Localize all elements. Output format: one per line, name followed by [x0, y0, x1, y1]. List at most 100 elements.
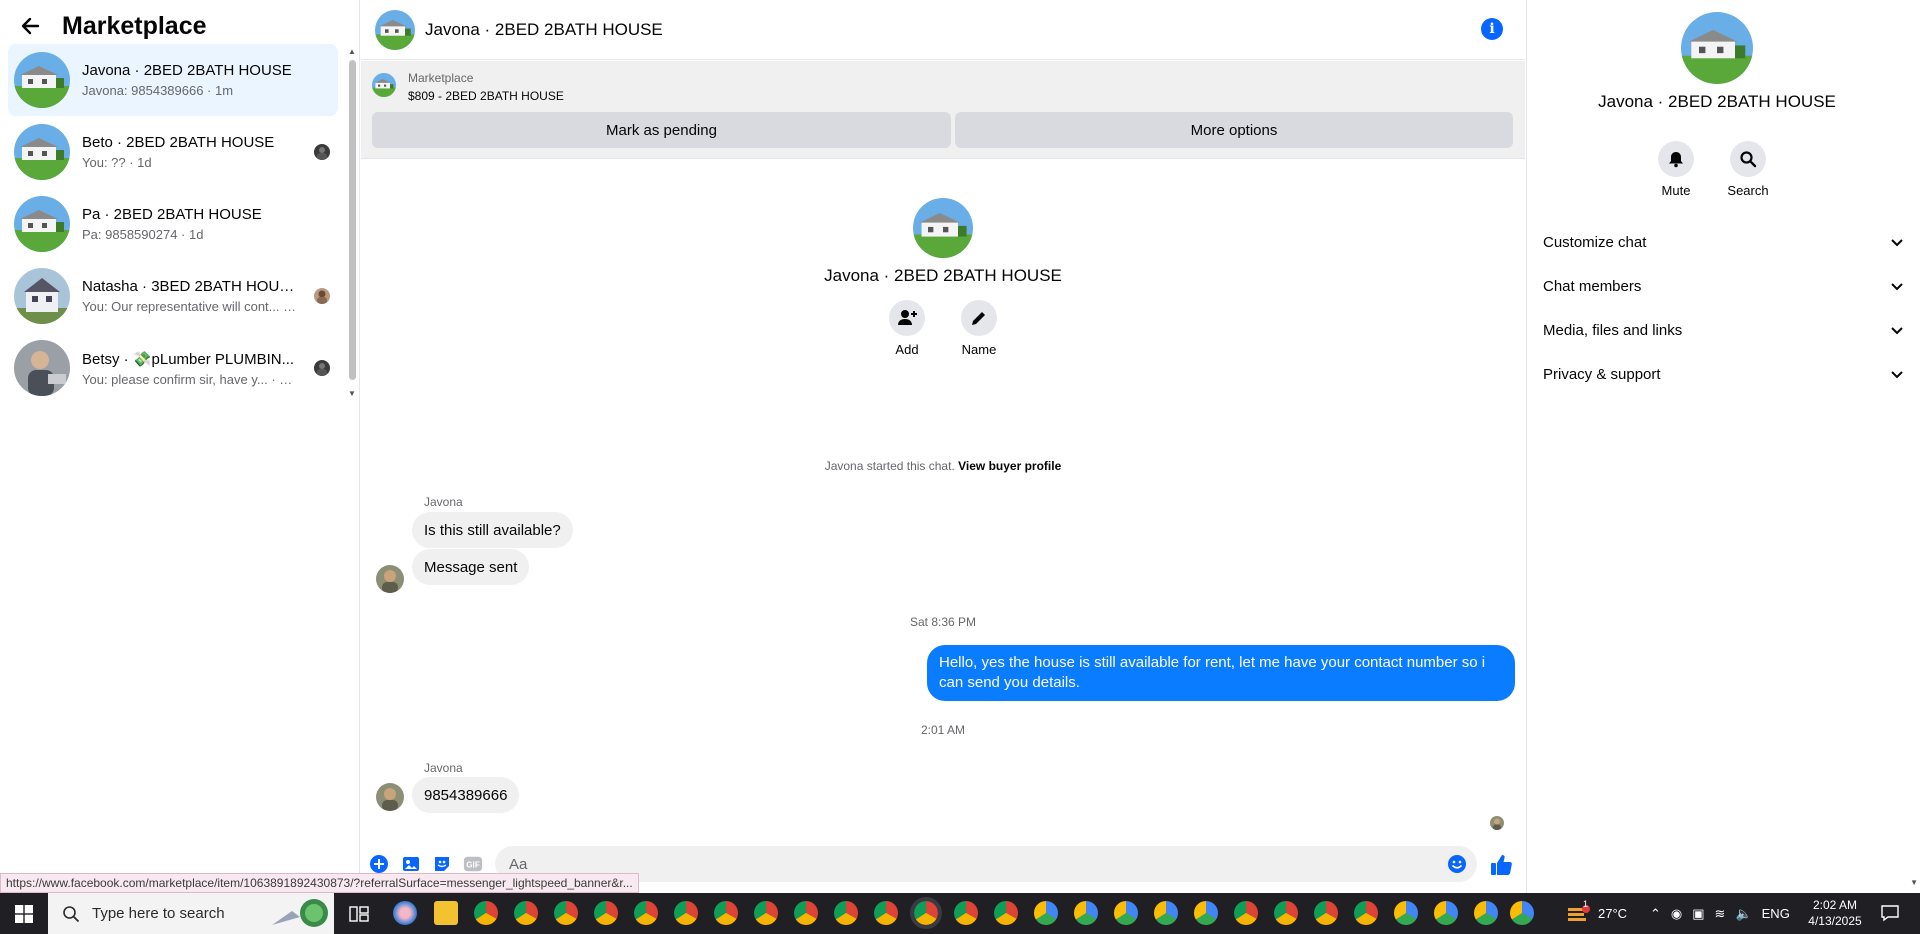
file-explorer-icon[interactable]: [434, 901, 458, 925]
chrome-profile-icon[interactable]: [1274, 901, 1298, 925]
taskbar-search-box[interactable]: Type here to search: [48, 893, 334, 934]
chat-title[interactable]: Javona · 2BED 2BATH HOUSE: [425, 20, 663, 40]
section-media-files-links[interactable]: Media, files and links: [1543, 308, 1905, 352]
chrome-icon[interactable]: [714, 901, 738, 925]
chrome-icon[interactable]: [834, 901, 858, 925]
chrome-profile-icon[interactable]: [1510, 901, 1534, 925]
section-privacy-support[interactable]: Privacy & support: [1543, 352, 1905, 396]
message-bubble-incoming[interactable]: 9854389666: [412, 777, 520, 813]
scroll-down-arrow-icon[interactable]: ▼: [1910, 878, 1918, 887]
conversation-item-betsy[interactable]: Betsy · 💸pLumber PLUMBIN... You: please …: [8, 332, 338, 404]
taskbar-clock[interactable]: 2:02 AM 4/13/2025: [1800, 897, 1870, 929]
avatar: [14, 340, 70, 396]
plus-circle-icon[interactable]: [369, 854, 389, 874]
chrome-profile-icon[interactable]: [1314, 901, 1338, 925]
gif-icon[interactable]: GIF: [463, 854, 483, 874]
sidebar-scrollbar[interactable]: ▲ ▼: [348, 48, 356, 398]
search-icon: [63, 905, 80, 922]
chrome-icon[interactable]: [474, 901, 498, 925]
clock-time: 2:02 AM: [1812, 898, 1858, 912]
listing-thumbnail[interactable]: [372, 73, 396, 97]
chrome-icon[interactable]: [514, 901, 538, 925]
conversation-item-natasha[interactable]: Natasha · 3BED 2BATH HOUSE You: Our repr…: [8, 260, 338, 332]
chrome-profile-icon[interactable]: [1154, 901, 1178, 925]
scroll-up-arrow-icon[interactable]: ▲: [348, 48, 356, 56]
conversation-name: Natasha · 3BED 2BATH HOUSE: [82, 278, 297, 295]
read-receipt-avatar: [1490, 816, 1504, 830]
profile-avatar[interactable]: [1681, 12, 1753, 84]
thumbs-up-icon[interactable]: [1489, 853, 1513, 877]
chrome-icon[interactable]: [794, 901, 818, 925]
search-in-chat-button[interactable]: Search: [1727, 141, 1769, 198]
chrome-profile-icon[interactable]: [1074, 901, 1098, 925]
conversation-item-beto[interactable]: Beto · 2BED 2BATH HOUSE You: ?? · 1d: [8, 116, 338, 188]
conversation-item-javona[interactable]: Javona · 2BED 2BATH HOUSE Javona: 985438…: [8, 44, 338, 116]
chrome-icon[interactable]: [954, 901, 978, 925]
scroll-down-arrow-icon[interactable]: ▼: [348, 390, 356, 398]
chrome-profile-icon[interactable]: [1434, 901, 1458, 925]
mute-button[interactable]: Mute: [1657, 141, 1695, 198]
chrome-icon[interactable]: [674, 901, 698, 925]
chrome-profile-icon[interactable]: [1394, 901, 1418, 925]
name-chat-button[interactable]: Name: [960, 300, 998, 357]
chrome-profile-icon[interactable]: [1034, 901, 1058, 925]
chevron-down-icon: [1889, 366, 1905, 382]
scroll-thumb[interactable]: [349, 60, 356, 380]
info-icon[interactable]: i: [1481, 18, 1503, 40]
chrome-profile-icon[interactable]: [1194, 901, 1218, 925]
taskbar-app-icon[interactable]: [393, 901, 417, 925]
language-indicator[interactable]: ENG: [1762, 906, 1790, 921]
message-input-container: [495, 846, 1477, 882]
svg-text:GIF: GIF: [466, 861, 480, 870]
chrome-icon[interactable]: [554, 901, 578, 925]
message-bubble-incoming[interactable]: Is this still available?: [412, 512, 573, 548]
avatar: [14, 52, 70, 108]
photo-icon[interactable]: [401, 854, 421, 874]
chrome-icon[interactable]: [874, 901, 898, 925]
listing-price-title[interactable]: $809 - 2BED 2BATH HOUSE: [408, 89, 564, 103]
listing-source: Marketplace: [408, 71, 474, 85]
conversation-list: Javona · 2BED 2BATH HOUSE Javona: 985438…: [8, 44, 338, 404]
chrome-icon[interactable]: [594, 901, 618, 925]
windows-start-button[interactable]: [0, 893, 48, 934]
record-icon[interactable]: ◉: [1671, 906, 1682, 922]
sender-avatar[interactable]: [376, 783, 404, 811]
chrome-icon[interactable]: [994, 901, 1018, 925]
conversation-item-pa[interactable]: Pa · 2BED 2BATH HOUSE Pa: 9858590274 · 1…: [8, 188, 338, 260]
volume-icon[interactable]: 🔈: [1735, 906, 1751, 922]
chat-avatar[interactable]: [375, 10, 415, 50]
sender-avatar[interactable]: [376, 565, 404, 593]
chrome-profile-icon[interactable]: [1354, 901, 1378, 925]
weather-widget[interactable]: 1 27°C: [1566, 893, 1627, 934]
chevron-down-icon: [1889, 322, 1905, 338]
message-bubble-incoming[interactable]: Message sent: [412, 549, 530, 585]
add-person-icon: [898, 310, 917, 325]
view-buyer-profile-link[interactable]: View buyer profile: [958, 459, 1061, 473]
section-customize-chat[interactable]: Customize chat: [1543, 220, 1905, 264]
name-label: Name: [961, 342, 997, 357]
chrome-profile-icon[interactable]: [1474, 901, 1498, 925]
chevron-up-icon[interactable]: ⌃: [1650, 906, 1661, 922]
wifi-icon[interactable]: ≋: [1715, 906, 1726, 922]
back-arrow-icon[interactable]: [18, 14, 42, 38]
avatar: [14, 268, 70, 324]
message-input[interactable]: [509, 846, 1429, 882]
intro-avatar: [913, 198, 973, 258]
section-chat-members[interactable]: Chat members: [1543, 264, 1905, 308]
sticker-icon[interactable]: [432, 854, 452, 874]
seen-avatar: [314, 360, 330, 376]
emoji-icon[interactable]: [1447, 854, 1467, 874]
message-bubble-outgoing[interactable]: Hello, yes the house is still available …: [927, 645, 1515, 701]
add-people-button[interactable]: Add: [888, 300, 926, 357]
mark-as-pending-button[interactable]: Mark as pending: [372, 112, 951, 148]
task-view-icon[interactable]: [348, 903, 370, 925]
chrome-icon-active[interactable]: [910, 897, 942, 929]
notification-center-icon[interactable]: [1880, 903, 1900, 923]
add-label: Add: [895, 342, 919, 357]
chrome-profile-icon[interactable]: [1234, 901, 1258, 925]
more-options-button[interactable]: More options: [955, 112, 1513, 148]
chrome-profile-icon[interactable]: [1114, 901, 1138, 925]
meet-now-icon[interactable]: ▣: [1692, 906, 1704, 922]
chrome-icon[interactable]: [634, 901, 658, 925]
chrome-icon[interactable]: [754, 901, 778, 925]
